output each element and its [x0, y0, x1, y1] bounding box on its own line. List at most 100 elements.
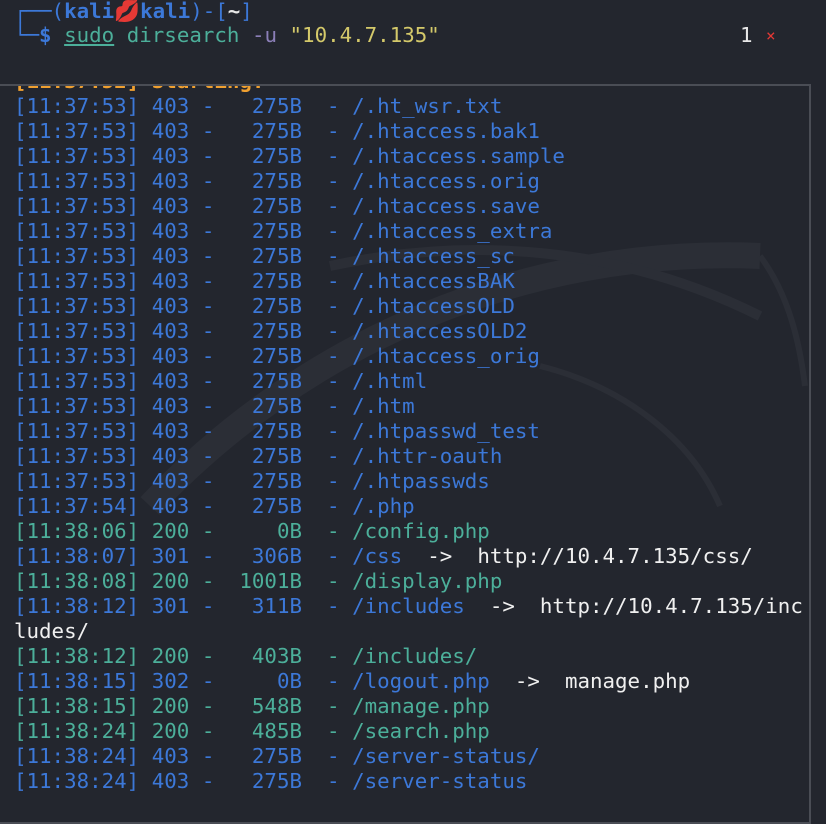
result-status: 302 [139, 669, 190, 693]
result-time: [11:37:53] [14, 169, 140, 193]
command-name: dirsearch [126, 23, 240, 47]
output-pane[interactable]: [11:37:52] Starting: [11:37:53] 403 - 27… [0, 84, 811, 824]
exit-code: 1 [740, 23, 753, 47]
output-rows: [11:37:52] Starting: [11:37:53] 403 - 27… [14, 86, 804, 794]
result-size: - 275B - [189, 494, 353, 518]
result-row: [11:37:53] 403 - 275B - /.htaccess.save [14, 194, 804, 219]
result-status: 200 [139, 719, 190, 743]
result-size: - 548B - [189, 694, 353, 718]
result-time: [11:37:53] [14, 119, 140, 143]
result-row: [11:37:53] 403 - 275B - /.htaccess_extra [14, 219, 804, 244]
result-time: [11:37:53] [14, 269, 140, 293]
result-time: [11:37:53] [14, 94, 140, 118]
result-row: [11:37:53] 403 - 275B - /.htpasswds [14, 469, 804, 494]
result-row: [11:38:12] 200 - 403B - /includes/ [14, 644, 804, 669]
result-time: [11:38:24] [14, 769, 140, 793]
result-row: [11:37:53] 403 - 275B - /.htaccess.orig [14, 169, 804, 194]
result-path: /.htpasswd_test [352, 419, 540, 443]
result-status: 403 [139, 494, 190, 518]
command-sudo: sudo [64, 23, 115, 47]
result-row: [11:38:08] 200 - 1001B - /display.php [14, 569, 804, 594]
result-size: - 275B - [189, 769, 353, 793]
redirect-arrow: -> [464, 594, 540, 618]
result-path: /.htaccess.sample [352, 144, 565, 168]
result-size: - 1001B - [189, 569, 353, 593]
result-size: - 275B - [189, 394, 353, 418]
result-row: [11:37:53] 403 - 275B - /.htaccess.bak1 [14, 119, 804, 144]
prompt-user: kali [64, 0, 115, 23]
prompt-frame-second: └─ [14, 23, 40, 47]
result-path: /.htaccess_sc [352, 244, 515, 268]
result-time: [11:37:54] [14, 494, 140, 518]
result-path: /includes/ [352, 644, 478, 668]
result-row: [11:38:24] 403 - 275B - /server-status/ [14, 744, 804, 769]
prompt-frame-mid: )-[ [190, 0, 228, 23]
result-status: 403 [139, 269, 190, 293]
result-status: 200 [139, 569, 190, 593]
result-size: - 275B - [189, 744, 353, 768]
result-status: 301 [139, 544, 190, 568]
result-path: /.htaccess.bak1 [352, 119, 540, 143]
result-size: - 0B - [189, 669, 353, 693]
result-row: [11:38:24] 200 - 485B - /search.php [14, 719, 804, 744]
result-redirect: http://10.4.7.135/css/ [477, 544, 753, 568]
result-size: - 403B - [189, 644, 353, 668]
command-line[interactable]: └─$ sudo dirsearch -u "10.4.7.135" [14, 23, 440, 48]
prompt-header: ┌──(kali💋kali)-[~] [14, 0, 253, 24]
result-path: /.php [352, 494, 415, 518]
result-status: 403 [139, 169, 190, 193]
result-row: [11:37:53] 403 - 275B - /.htaccessBAK [14, 269, 804, 294]
result-time: [11:37:53] [14, 219, 140, 243]
redirect-arrow: -> [402, 544, 478, 568]
result-size: - 275B - [189, 319, 353, 343]
result-path: /logout.php [352, 669, 490, 693]
prompt-dollar: $ [39, 23, 52, 47]
result-redirect: manage.php [564, 669, 691, 693]
result-time: [11:38:12] [14, 594, 140, 618]
result-path: /.htaccess_extra [352, 219, 553, 243]
result-path: /.htaccess.orig [352, 169, 540, 193]
result-path: /.htaccess_orig [352, 344, 540, 368]
result-size: - 275B - [189, 244, 353, 268]
result-status: 403 [139, 119, 190, 143]
result-size: - 275B - [189, 444, 353, 468]
result-row: [11:37:53] 403 - 275B - /.htaccess_sc [14, 244, 804, 269]
result-path: /server-status/ [352, 744, 540, 768]
result-row: [11:37:53] 403 - 275B - /.htaccessOLD [14, 294, 804, 319]
starting-text: [11:37:52] Starting: [14, 86, 264, 93]
prompt-frame-close: ] [240, 0, 253, 23]
result-path: /.htm [352, 394, 415, 418]
result-path: /css [352, 544, 403, 568]
kiss-icon: 💋 [114, 0, 141, 23]
result-row: [11:37:53] 403 - 275B - /.htaccess_orig [14, 344, 804, 369]
result-row: [11:38:24] 403 - 275B - /server-status [14, 769, 804, 794]
result-status: 403 [139, 319, 190, 343]
result-time: [11:38:06] [14, 519, 140, 543]
result-path: /.htaccessOLD2 [352, 319, 528, 343]
result-status: 301 [139, 594, 190, 618]
result-time: [11:38:07] [14, 544, 140, 568]
result-status: 403 [139, 744, 190, 768]
result-status: 403 [139, 144, 190, 168]
result-size: - 275B - [189, 419, 353, 443]
result-time: [11:38:08] [14, 569, 140, 593]
result-time: [11:38:15] [14, 694, 140, 718]
result-row: [11:38:15] 302 - 0B - /logout.php -> man… [14, 669, 804, 694]
result-status: 403 [139, 419, 190, 443]
result-row: [11:38:12] 301 - 311B - /includes -> htt… [14, 594, 804, 644]
result-time: [11:37:53] [14, 469, 140, 493]
result-time: [11:37:53] [14, 369, 140, 393]
result-path: /.htaccessBAK [352, 269, 515, 293]
result-row: [11:37:54] 403 - 275B - /.php [14, 494, 804, 519]
result-path: /.ht_wsr.txt [352, 94, 503, 118]
result-size: - 311B - [189, 594, 353, 618]
result-path: /.httr-oauth [352, 444, 503, 468]
starting-line: [11:37:52] Starting: [14, 86, 804, 94]
result-time: [11:37:53] [14, 344, 140, 368]
prompt-cwd: ~ [227, 0, 241, 23]
result-time: [11:37:53] [14, 394, 140, 418]
result-path: /.htaccessOLD [352, 294, 515, 318]
result-status: 403 [139, 769, 190, 793]
result-row: [11:37:53] 403 - 275B - /.httr-oauth [14, 444, 804, 469]
result-time: [11:37:53] [14, 144, 140, 168]
